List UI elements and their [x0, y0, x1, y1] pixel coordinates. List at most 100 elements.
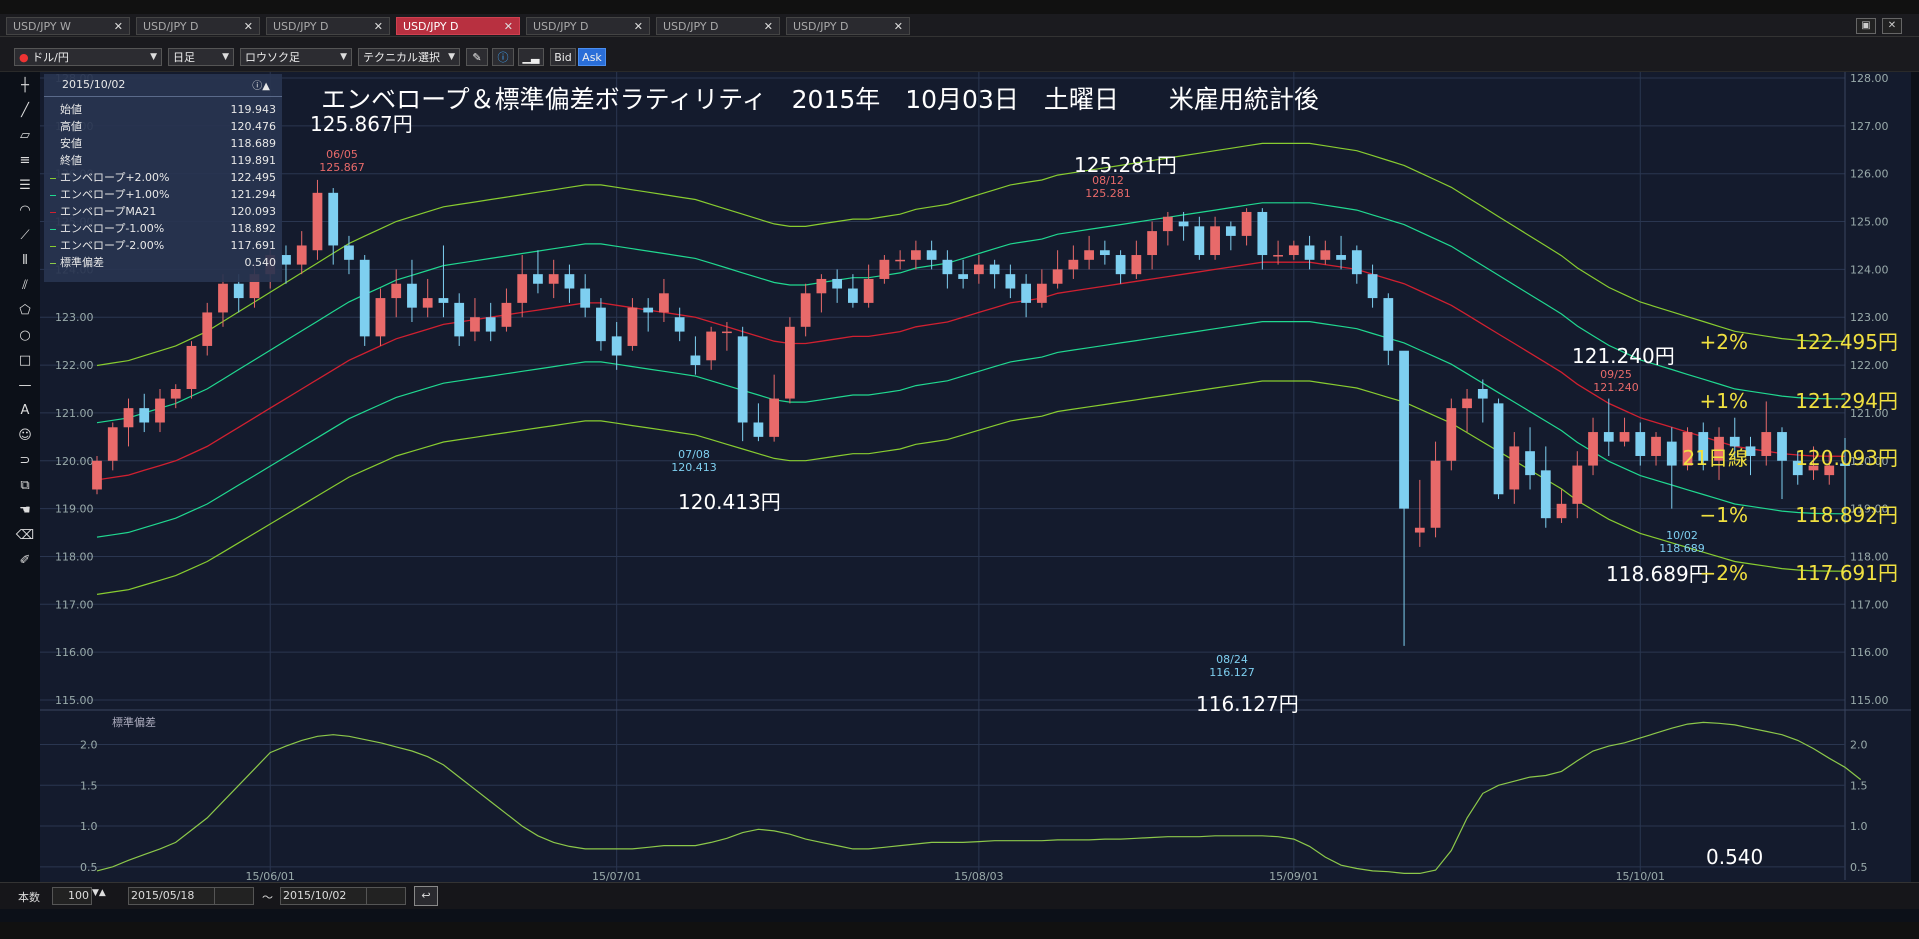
info-row: エンベロープMA21 120.093: [50, 204, 276, 220]
candle-up: [1509, 446, 1520, 490]
candle-down: [611, 336, 622, 356]
candle-up: [1619, 432, 1630, 442]
candle-down: [1336, 255, 1346, 260]
x-tick-label: 15/08/03: [954, 870, 1003, 882]
info-label: エンベロープ-1.00%: [60, 222, 165, 235]
price-chart[interactable]: 128.00128.00127.00127.00126.00126.00125.…: [0, 0, 1919, 882]
candle-down: [1115, 255, 1126, 275]
y-tick-label-left: 117.00: [55, 598, 94, 611]
info-row: 安値 118.689: [50, 136, 276, 152]
candle-up: [1162, 216, 1173, 232]
candle-up: [107, 427, 118, 461]
candle-up: [973, 264, 984, 275]
candle-up: [627, 307, 638, 346]
candle-down: [596, 307, 606, 342]
x-tick-label: 15/06/01: [246, 870, 295, 882]
candle-down: [848, 288, 858, 303]
candle-down: [233, 283, 244, 299]
envelope-right-name: +2%: [1700, 330, 1749, 354]
extreme-date-label: 09/25: [1600, 368, 1632, 381]
candle-down: [1225, 226, 1236, 236]
candle-up: [659, 293, 669, 313]
candle-up: [1052, 269, 1063, 284]
count-input[interactable]: 100: [52, 887, 92, 905]
info-value: 122.495: [230, 171, 277, 184]
candle-down: [281, 255, 291, 265]
return-icon[interactable]: ↩: [414, 886, 438, 906]
candle-down: [1005, 274, 1016, 289]
candle-down: [1178, 221, 1189, 227]
candle-down: [674, 317, 685, 332]
info-line-swatch: [50, 177, 56, 179]
candle-down: [832, 278, 843, 289]
candle-down: [1194, 226, 1205, 256]
candle-down: [438, 298, 449, 303]
info-toggle-icon[interactable]: ⓘ▲: [252, 77, 270, 92]
candle-up: [1036, 283, 1047, 303]
candle-up: [1147, 231, 1157, 256]
candle-up: [1462, 398, 1472, 409]
candle-up: [548, 274, 559, 284]
extreme-date-label: 07/08: [678, 448, 710, 461]
info-value: 118.892: [230, 222, 277, 235]
candle-down: [1777, 432, 1787, 461]
info-value: 120.093: [230, 205, 277, 218]
candle-up: [391, 283, 402, 299]
extreme-date-label: 08/12: [1092, 174, 1124, 187]
info-line-swatch: [50, 228, 56, 230]
to-date-input[interactable]: 2015/10/02: [280, 887, 368, 905]
y-tick-label: 126.00: [1850, 168, 1889, 181]
y-tick-label: 115.00: [1850, 694, 1889, 707]
candle-down: [942, 259, 953, 275]
info-line-swatch: [50, 245, 56, 247]
candle-down: [1367, 274, 1378, 299]
candle-down: [407, 283, 417, 308]
info-label: エンベロープMA21: [60, 205, 157, 218]
candle-up: [1430, 460, 1441, 528]
x-tick-label: 15/07/01: [592, 870, 641, 882]
info-row: 高値 120.476: [50, 119, 276, 135]
candle-down: [958, 274, 969, 279]
count-stepper-icon[interactable]: ▼▲: [92, 888, 106, 898]
candle-down: [1021, 283, 1031, 303]
info-row: エンベロープ+2.00% 122.495: [50, 170, 276, 186]
candle-down: [690, 355, 701, 366]
info-line-swatch: [50, 110, 56, 111]
y-tick-label: 128.00: [1850, 72, 1889, 85]
info-line-swatch: [50, 211, 56, 213]
candle-down: [1399, 350, 1409, 509]
candle-down: [1666, 441, 1677, 466]
candle-up: [1414, 527, 1425, 533]
candle-down: [139, 408, 150, 423]
info-line-swatch: [50, 161, 56, 162]
info-value: 121.294: [230, 188, 277, 201]
info-label: エンベロープ+2.00%: [60, 171, 170, 184]
candle-up: [769, 398, 780, 437]
candle-down: [1493, 403, 1504, 495]
candle-up: [312, 192, 323, 251]
candle-up: [722, 331, 732, 334]
candle-up: [1761, 432, 1772, 456]
bottom-bar: 本数 100 ▼▲ 2015/05/18 〜 2015/10/02 ↩: [0, 882, 1919, 909]
y-tick-label-left: 115.00: [55, 694, 94, 707]
candle-up: [517, 274, 528, 303]
extreme-value-label: 121.240: [1593, 381, 1639, 394]
candle-up: [155, 398, 165, 423]
from-time-input[interactable]: [214, 887, 254, 905]
info-value: 118.689: [230, 137, 277, 150]
info-label: 終値: [60, 154, 82, 167]
extreme-value-label: 125.867: [319, 161, 365, 174]
extreme-date-label: 08/24: [1216, 653, 1248, 666]
from-date-input[interactable]: 2015/05/18: [128, 887, 216, 905]
sd-tick-label: 0.5: [1850, 861, 1868, 874]
to-time-input[interactable]: [366, 887, 406, 905]
y-tick-label-left: 119.00: [55, 503, 94, 516]
chart-title: エンベロープ＆標準偏差ボラティリティ 2015年 10月03日 土曜日 米雇用統…: [321, 85, 1319, 114]
y-tick-label-left: 118.00: [55, 550, 94, 563]
candle-up: [501, 302, 512, 327]
info-label: 標準偏差: [60, 256, 104, 269]
extreme-price-label: 118.689円: [1606, 562, 1709, 586]
info-line-swatch: [50, 194, 56, 196]
y-tick-label: 127.00: [1850, 120, 1889, 133]
extreme-date-label: 06/05: [326, 148, 358, 161]
